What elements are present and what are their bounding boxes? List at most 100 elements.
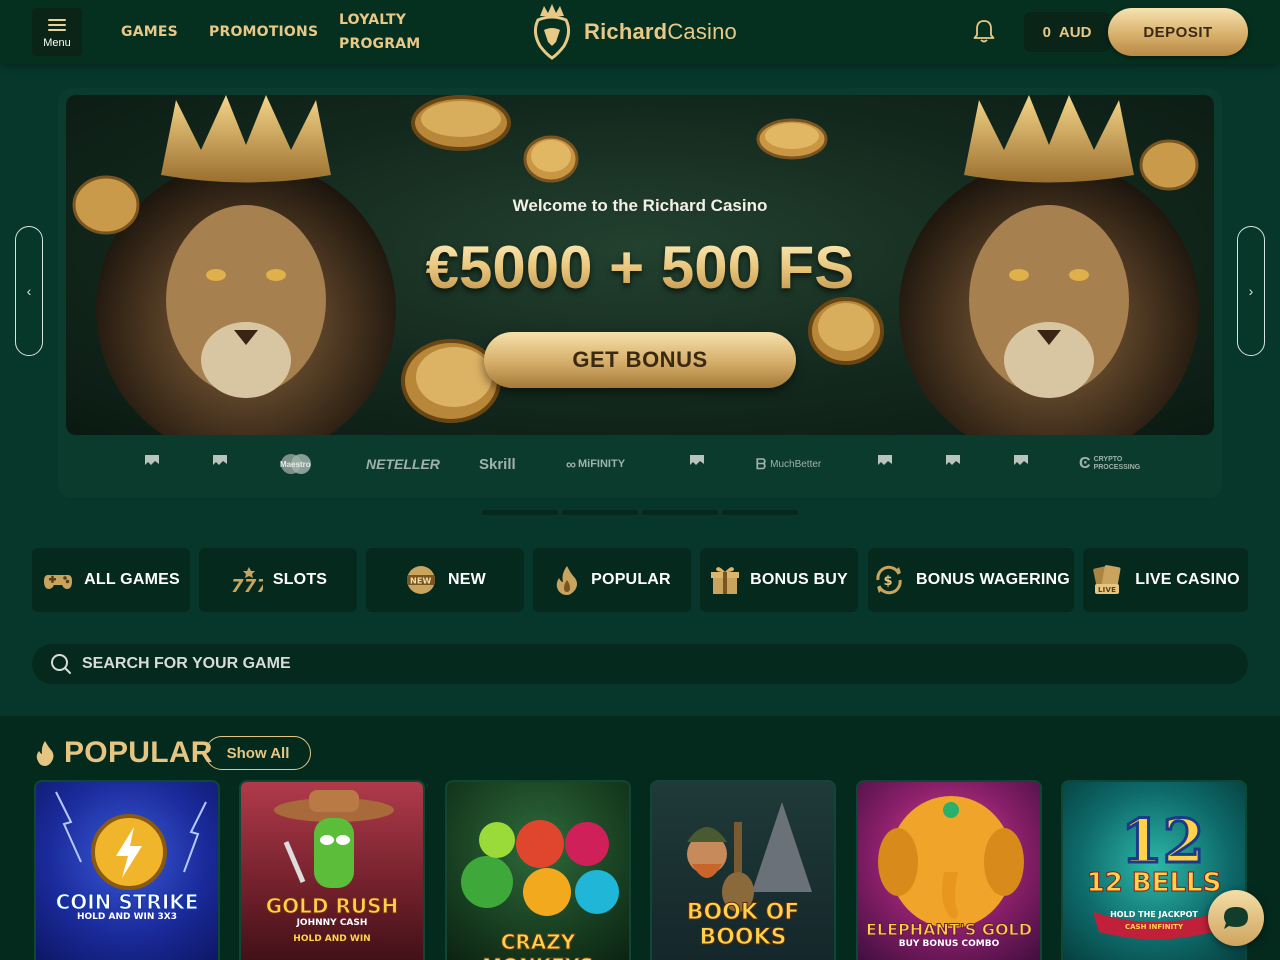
notification-bell-icon[interactable]: [971, 18, 997, 44]
carousel-dot[interactable]: [562, 510, 638, 515]
tab-popular[interactable]: POPULAR: [533, 548, 691, 612]
carousel-next-button[interactable]: ›: [1237, 226, 1265, 356]
fire-icon: [556, 566, 578, 595]
tab-label: BONUS WAGERING: [916, 571, 1070, 588]
carousel-dot[interactable]: [482, 510, 558, 515]
carousel-dot[interactable]: [642, 510, 718, 515]
new-badge-icon: NEW: [407, 566, 436, 594]
game-card-coin-strike[interactable]: COIN STRIKE HOLD AND WIN 3X3: [34, 780, 220, 960]
skrill-logo: Skrill: [479, 455, 516, 473]
infinity-icon: ∞: [566, 456, 576, 472]
game-title: ELEPHANT'S GOLD: [865, 920, 1033, 940]
gamepad-icon: [44, 575, 73, 589]
live-chat-button[interactable]: [1208, 890, 1264, 946]
nav-loyalty-program[interactable]: LOYALTY PROGRAM: [339, 8, 421, 56]
broken-image-icon: [878, 455, 892, 465]
maestro-logo: Maestro: [278, 452, 314, 476]
carousel-indicators: [482, 510, 798, 515]
chevron-left-icon: ‹: [26, 283, 32, 299]
tab-label: BONUS BUY: [750, 571, 848, 588]
game-search-bar[interactable]: [32, 644, 1248, 684]
gold-coin-icon: [808, 297, 884, 365]
broken-image-icon: [946, 455, 960, 465]
balance-currency: AUD: [1058, 23, 1092, 41]
muchbetter-b-icon: ᗷ: [756, 455, 767, 472]
nav-loyalty-line1: LOYALTY: [339, 12, 407, 28]
payment-methods-row: Maestro NETELLER Skrill ∞ MiFINITY ᗷ MuchB…: [66, 442, 1214, 486]
get-bonus-button[interactable]: GET BONUS: [484, 332, 796, 388]
hamburger-icon: [48, 16, 66, 34]
logo-wordmark: RichardCasino: [584, 19, 737, 45]
nav-promotions[interactable]: PROMOTIONS: [209, 20, 318, 44]
slots-777-icon: 777: [231, 567, 263, 596]
svg-text:NEW: NEW: [410, 577, 432, 586]
menu-button[interactable]: Menu: [32, 8, 82, 56]
game-title: COIN STRIKE: [55, 890, 199, 915]
gold-coin-icon: [411, 95, 511, 151]
search-icon: [51, 654, 71, 674]
logo-text-light: Casino: [667, 19, 737, 44]
broken-image-icon: [690, 455, 704, 465]
game-subtitle: JOHNNY CASH: [296, 918, 368, 928]
tab-label: LIVE CASINO: [1135, 571, 1240, 588]
tab-bonus-wagering[interactable]: $ BONUS WAGERING: [868, 548, 1074, 612]
game-card-gold-rush[interactable]: GOLD RUSH JOHNNY CASH HOLD AND WIN: [239, 780, 425, 960]
tab-all-games[interactable]: ALL GAMES: [32, 548, 190, 612]
carousel-prev-button[interactable]: ‹: [15, 226, 43, 356]
site-header: Menu GAMES PROMOTIONS LOYALTY PROGRAM Ri…: [0, 0, 1280, 64]
show-all-button[interactable]: Show All: [205, 736, 311, 770]
hero-welcome-text: Welcome to the Richard Casino: [512, 196, 768, 215]
carousel-dot[interactable]: [722, 510, 798, 515]
broken-image-icon: [145, 455, 159, 465]
promo-banner[interactable]: Welcome to the Richard Casino €5000 + 50…: [66, 95, 1214, 435]
balance-amount: 0: [1042, 23, 1051, 41]
game-subtitle-2: HOLD AND WIN: [293, 934, 371, 944]
svg-text:12: 12: [1121, 807, 1205, 877]
crypto-c-icon: Ͼ: [1079, 455, 1091, 472]
fire-icon: [36, 741, 54, 766]
gift-icon: [711, 567, 740, 594]
game-title: GOLD RUSH: [265, 894, 399, 919]
neteller-logo: NETELLER: [366, 456, 440, 472]
category-tabs: ALL GAMES 777 SLOTS NEW NEW POPULAR BONU…: [32, 548, 1248, 612]
tab-label: NEW: [448, 571, 486, 588]
tab-label: POPULAR: [591, 571, 671, 588]
game-title: CRAZY MONKEYS: [482, 930, 595, 960]
broken-image-icon: [213, 455, 227, 465]
broken-image-icon: [1014, 455, 1028, 465]
game-title: 12 BELLS: [1086, 868, 1222, 899]
tab-live-casino[interactable]: LIVE LIVE CASINO: [1083, 548, 1248, 612]
live-cards-icon: LIVE: [1093, 565, 1121, 594]
game-subtitle: HOLD AND WIN 3X3: [76, 912, 178, 922]
hero-bonus-headline: €5000 + 500 FS: [66, 233, 1214, 302]
menu-label: Menu: [43, 36, 71, 49]
popular-header: POPULAR: [34, 733, 213, 773]
muchbetter-logo: ᗷ MuchBetter: [756, 455, 822, 472]
tab-slots[interactable]: 777 SLOTS: [199, 548, 357, 612]
tab-new[interactable]: NEW NEW: [366, 548, 524, 612]
nav-games[interactable]: GAMES: [121, 20, 178, 44]
gold-coin-icon: [523, 135, 579, 183]
chevron-right-icon: ›: [1248, 283, 1254, 299]
deposit-button[interactable]: DEPOSIT: [1108, 8, 1248, 56]
tab-label: SLOTS: [272, 571, 328, 588]
game-card-crazy-monkeys[interactable]: CRAZY MONKEYS: [445, 780, 631, 960]
nav-loyalty-line2: PROGRAM: [339, 36, 421, 52]
tab-bonus-buy[interactable]: BONUS BUY: [700, 548, 858, 612]
game-title: BOOK OF BOOKS: [686, 900, 800, 951]
gold-coin-icon: [756, 118, 828, 160]
balance-display[interactable]: 0 AUD: [1024, 12, 1110, 52]
lightning-bolt-icon: [55, 791, 207, 890]
dollar-refresh-icon: $: [876, 565, 902, 595]
crypto-processing-logo: Ͼ CRYPTO PROCESSING: [1079, 455, 1141, 472]
chat-bubble-icon: [1224, 907, 1248, 929]
logo-text-bold: Richard: [584, 19, 668, 44]
lion-crown-logo-icon: [533, 4, 571, 60]
game-subtitle: BUY BONUS COMBO: [898, 939, 1000, 949]
tab-label: ALL GAMES: [84, 571, 180, 588]
svg-text:LIVE: LIVE: [1098, 586, 1116, 594]
game-card-elephants-gold[interactable]: ELEPHANT'S GOLD BUY BONUS COMBO: [856, 780, 1042, 960]
game-card-book-of-books[interactable]: BOOK OF BOOKS: [650, 780, 836, 960]
search-input[interactable]: [82, 655, 682, 673]
site-logo[interactable]: RichardCasino: [528, 2, 758, 62]
